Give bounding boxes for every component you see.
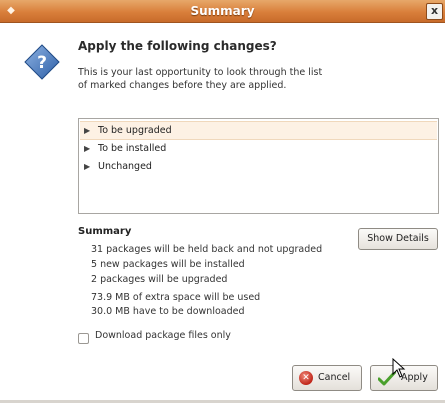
summary-dialog: ◆ Summary x ? Apply the following change…	[0, 0, 445, 403]
cancel-button[interactable]: ✕ Cancel	[292, 365, 362, 391]
expander-arrow-icon[interactable]: ▶	[84, 158, 94, 175]
show-details-button[interactable]: Show Details	[358, 228, 438, 250]
tree-row-to-be-upgraded[interactable]: ▶ To be upgraded	[80, 121, 437, 140]
tree-row-label: To be installed	[98, 143, 167, 154]
window-close-button[interactable]: x	[426, 3, 443, 20]
download-only-label[interactable]: Download package files only	[95, 330, 231, 341]
dialog-heading: Apply the following changes?	[78, 39, 277, 53]
tree-row-to-be-installed[interactable]: ▶ To be installed	[80, 140, 437, 157]
changes-tree[interactable]: ▶ To be upgraded ▶ To be installed ▶ Unc…	[78, 118, 439, 214]
summary-line-space-used: 73.9 MB of extra space will be used	[91, 292, 261, 303]
tree-row-label: To be upgraded	[98, 125, 172, 136]
svg-text:?: ?	[37, 53, 47, 73]
expander-arrow-icon[interactable]: ▶	[84, 140, 94, 157]
window-title: Summary	[190, 4, 255, 18]
tree-row-label: Unchanged	[98, 161, 152, 172]
summary-title: Summary	[78, 226, 132, 237]
cancel-button-label: Cancel	[318, 372, 351, 383]
question-diamond-icon: ?	[24, 44, 60, 80]
tree-row-unchanged[interactable]: ▶ Unchanged	[80, 158, 437, 175]
title-bar[interactable]: ◆ Summary x	[0, 0, 445, 23]
mouse-pointer-icon	[392, 358, 406, 378]
download-only-checkbox[interactable]	[78, 333, 89, 344]
cancel-icon: ✕	[299, 371, 313, 385]
summary-line-upgraded: 2 packages will be upgraded	[91, 274, 228, 285]
summary-line-new-packages: 5 new packages will be installed	[91, 259, 245, 270]
expander-arrow-icon[interactable]: ▶	[84, 122, 94, 139]
summary-line-download-size: 30.0 MB have to be downloaded	[91, 306, 245, 317]
dialog-intro-text: This is your last opportunity to look th…	[78, 67, 323, 91]
summary-line-held-back: 31 packages will be held back and not up…	[91, 244, 323, 255]
